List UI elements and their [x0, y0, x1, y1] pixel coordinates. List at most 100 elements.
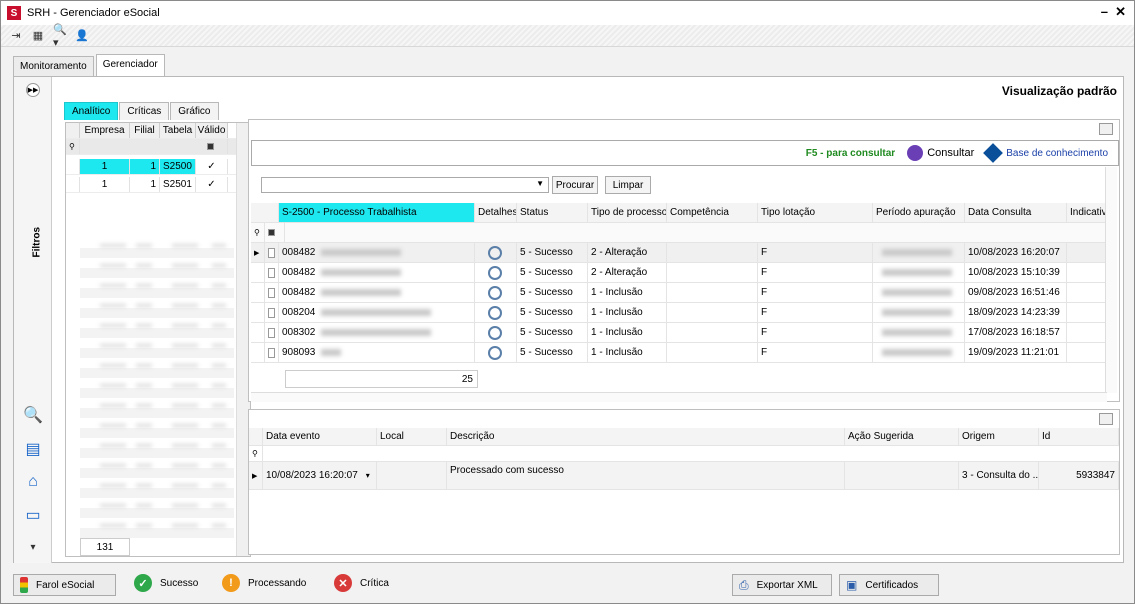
event-select[interactable]: ▼ — [261, 177, 549, 193]
pin-icon: ⚲ — [251, 223, 265, 242]
tab-gerenciador[interactable]: Gerenciador — [95, 54, 165, 76]
legend-critica: ✕ Crítica — [334, 574, 389, 592]
exit-icon[interactable]: ⇥ — [9, 30, 23, 42]
filter-row[interactable]: ⚲ — [66, 139, 236, 155]
view-title: Visualização padrão — [1001, 84, 1117, 98]
table-row[interactable]: ▶ 008482 5 - Sucesso 2 - Alteração F 10/… — [251, 243, 1107, 263]
chevron-down-icon[interactable]: ▾ — [23, 537, 43, 557]
consult-button[interactable]: Consultar — [907, 145, 974, 161]
chevron-down-icon: ▼ — [536, 179, 544, 188]
tab-criticas[interactable]: Críticas — [119, 102, 170, 120]
group-header[interactable]: S-2500 - Processo Trabalhista — [279, 203, 475, 222]
traffic-light-icon — [20, 577, 28, 593]
row-checkbox[interactable] — [268, 347, 275, 358]
col-periodo[interactable]: Período apuração — [873, 203, 965, 222]
procurar-button[interactable]: Procurar — [552, 176, 598, 194]
export-xml-button[interactable]: ⎙ Exportar XML — [732, 574, 832, 596]
farol-esocial-button[interactable]: Farol eSocial — [13, 574, 116, 596]
table-row[interactable]: 008482 5 - Sucesso 1 - Inclusão F 09/08/… — [251, 283, 1107, 303]
row-checkbox[interactable] — [268, 327, 275, 338]
details-icon[interactable] — [488, 285, 502, 300]
certificates-button[interactable]: ▣ Certificados — [839, 574, 939, 596]
row-checkbox[interactable] — [268, 287, 275, 298]
main-grid-hscroll[interactable] — [251, 392, 1107, 402]
col-tipo-lotacao[interactable]: Tipo lotação — [758, 203, 873, 222]
col-origem[interactable]: Origem — [959, 428, 1039, 445]
consult-icon — [907, 145, 924, 161]
table-row[interactable]: 008302 5 - Sucesso 1 - Inclusão F 17/08/… — [251, 323, 1107, 343]
table-row[interactable]: ▶ 10/08/2023 16:20:07 ▾ Processado com su… — [249, 462, 1119, 490]
col-tabela[interactable]: Tabela — [160, 123, 196, 138]
col-empresa[interactable]: Empresa — [80, 123, 130, 138]
col-data-evento[interactable]: Data evento — [263, 428, 377, 445]
table-row[interactable]: 1 1 S2500 ✓ — [66, 159, 236, 175]
tables-grid: Empresa Filial Tabela Válido ⚲ 1 1 S2500… — [65, 122, 251, 557]
events-grid: S-2500 - Processo Trabalhista Detalhes S… — [251, 203, 1107, 391]
col-competencia[interactable]: Competência — [667, 203, 758, 222]
details-icon[interactable] — [488, 245, 502, 260]
legend-sucesso: ✓ Sucesso — [134, 574, 198, 592]
col-status[interactable]: Status — [517, 203, 588, 222]
filters-label[interactable]: Filtros — [32, 227, 43, 258]
details-icon[interactable] — [488, 325, 502, 340]
details-icon[interactable] — [488, 305, 502, 320]
col-tipo-processo[interactable]: Tipo de processo — [588, 203, 667, 222]
app-logo-icon: S — [7, 6, 21, 20]
table-row[interactable]: 008482 5 - Sucesso 2 - Alteração F 10/08… — [251, 263, 1107, 283]
tab-grafico[interactable]: Gráfico — [170, 102, 219, 120]
expand-icon[interactable] — [1099, 123, 1113, 135]
window-title: SRH - Gerenciador eSocial — [27, 7, 160, 19]
filter-checkbox[interactable] — [268, 229, 275, 236]
col-detalhes[interactable]: Detalhes — [475, 203, 517, 222]
table-row[interactable]: 1 1 S2501 ✓ — [66, 177, 236, 193]
minimize-button[interactable]: – — [1101, 4, 1108, 19]
limpar-button[interactable]: Limpar — [605, 176, 651, 194]
title-bar: S SRH - Gerenciador eSocial – ✕ — [1, 1, 1134, 25]
details-panel: Data evento Local Descrição Ação Sugerid… — [248, 409, 1120, 555]
sub-tabs: Analítico Críticas Gráfico — [64, 102, 220, 120]
monitor-icon[interactable]: ▭ — [23, 505, 43, 525]
fast-forward-icon[interactable]: ▶▶ — [26, 83, 40, 97]
pin-icon: ⚲ — [249, 446, 263, 461]
filter-row[interactable]: ⚲ — [249, 446, 1119, 462]
warning-icon: ! — [222, 574, 240, 592]
filter-checkbox[interactable] — [207, 143, 214, 150]
col-descricao[interactable]: Descrição — [447, 428, 845, 445]
row-checkbox[interactable] — [268, 267, 275, 278]
knowledge-base-link[interactable]: Base de conhecimento — [983, 143, 1108, 163]
search-icon[interactable]: 🔍 — [23, 405, 43, 425]
col-id[interactable]: Id — [1039, 428, 1119, 445]
toolbar: ⇥ ▦ 🔍▾ 👤 — [1, 24, 1134, 49]
main-grid-vscroll[interactable] — [1105, 167, 1117, 393]
events-panel: F5 - para consultar Consultar Base de co… — [248, 119, 1120, 402]
film-icon[interactable]: ▤ — [23, 439, 43, 459]
col-filial[interactable]: Filial — [130, 123, 160, 138]
user-icon[interactable]: 👤 — [75, 30, 89, 42]
tab-monitoramento[interactable]: Monitoramento — [13, 56, 94, 76]
col-data-consulta[interactable]: Data Consulta — [965, 203, 1067, 222]
tab-analitico[interactable]: Analítico — [64, 102, 119, 120]
close-button[interactable]: ✕ — [1115, 4, 1126, 20]
filter-row[interactable]: ⚲ — [251, 223, 1107, 243]
expand-icon[interactable] — [1099, 413, 1113, 425]
col-valido[interactable]: Válido — [196, 123, 228, 138]
knowledge-icon — [983, 143, 1004, 163]
home-icon[interactable]: ⌂ — [23, 472, 43, 492]
table-row[interactable]: 008204 5 - Sucesso 1 - Inclusão F 18/09/… — [251, 303, 1107, 323]
left-sidebar: ▶▶ Filtros 🔍 ▤ ⌂ ▭ ▾ — [14, 77, 52, 563]
row-checkbox[interactable] — [268, 247, 275, 258]
row-checkbox[interactable] — [268, 307, 275, 318]
col-local[interactable]: Local — [377, 428, 447, 445]
chevron-down-icon[interactable]: ▾ — [366, 471, 370, 480]
zoom-icon[interactable]: 🔍▾ — [53, 24, 67, 49]
export-icon: ⎙ — [739, 577, 749, 592]
col-indicativo[interactable]: Indicativ — [1067, 203, 1107, 222]
keyboard-icon[interactable]: ▦ — [31, 30, 45, 42]
check-icon: ✓ — [134, 574, 152, 592]
table-row[interactable]: 908093 5 - Sucesso 1 - Inclusão F 19/09/… — [251, 343, 1107, 363]
consult-bar: F5 - para consultar Consultar Base de co… — [251, 140, 1119, 166]
f5-hint: F5 - para consultar — [805, 147, 896, 159]
details-icon[interactable] — [488, 345, 502, 360]
col-acao-sugerida[interactable]: Ação Sugerida — [845, 428, 959, 445]
details-icon[interactable] — [488, 265, 502, 280]
